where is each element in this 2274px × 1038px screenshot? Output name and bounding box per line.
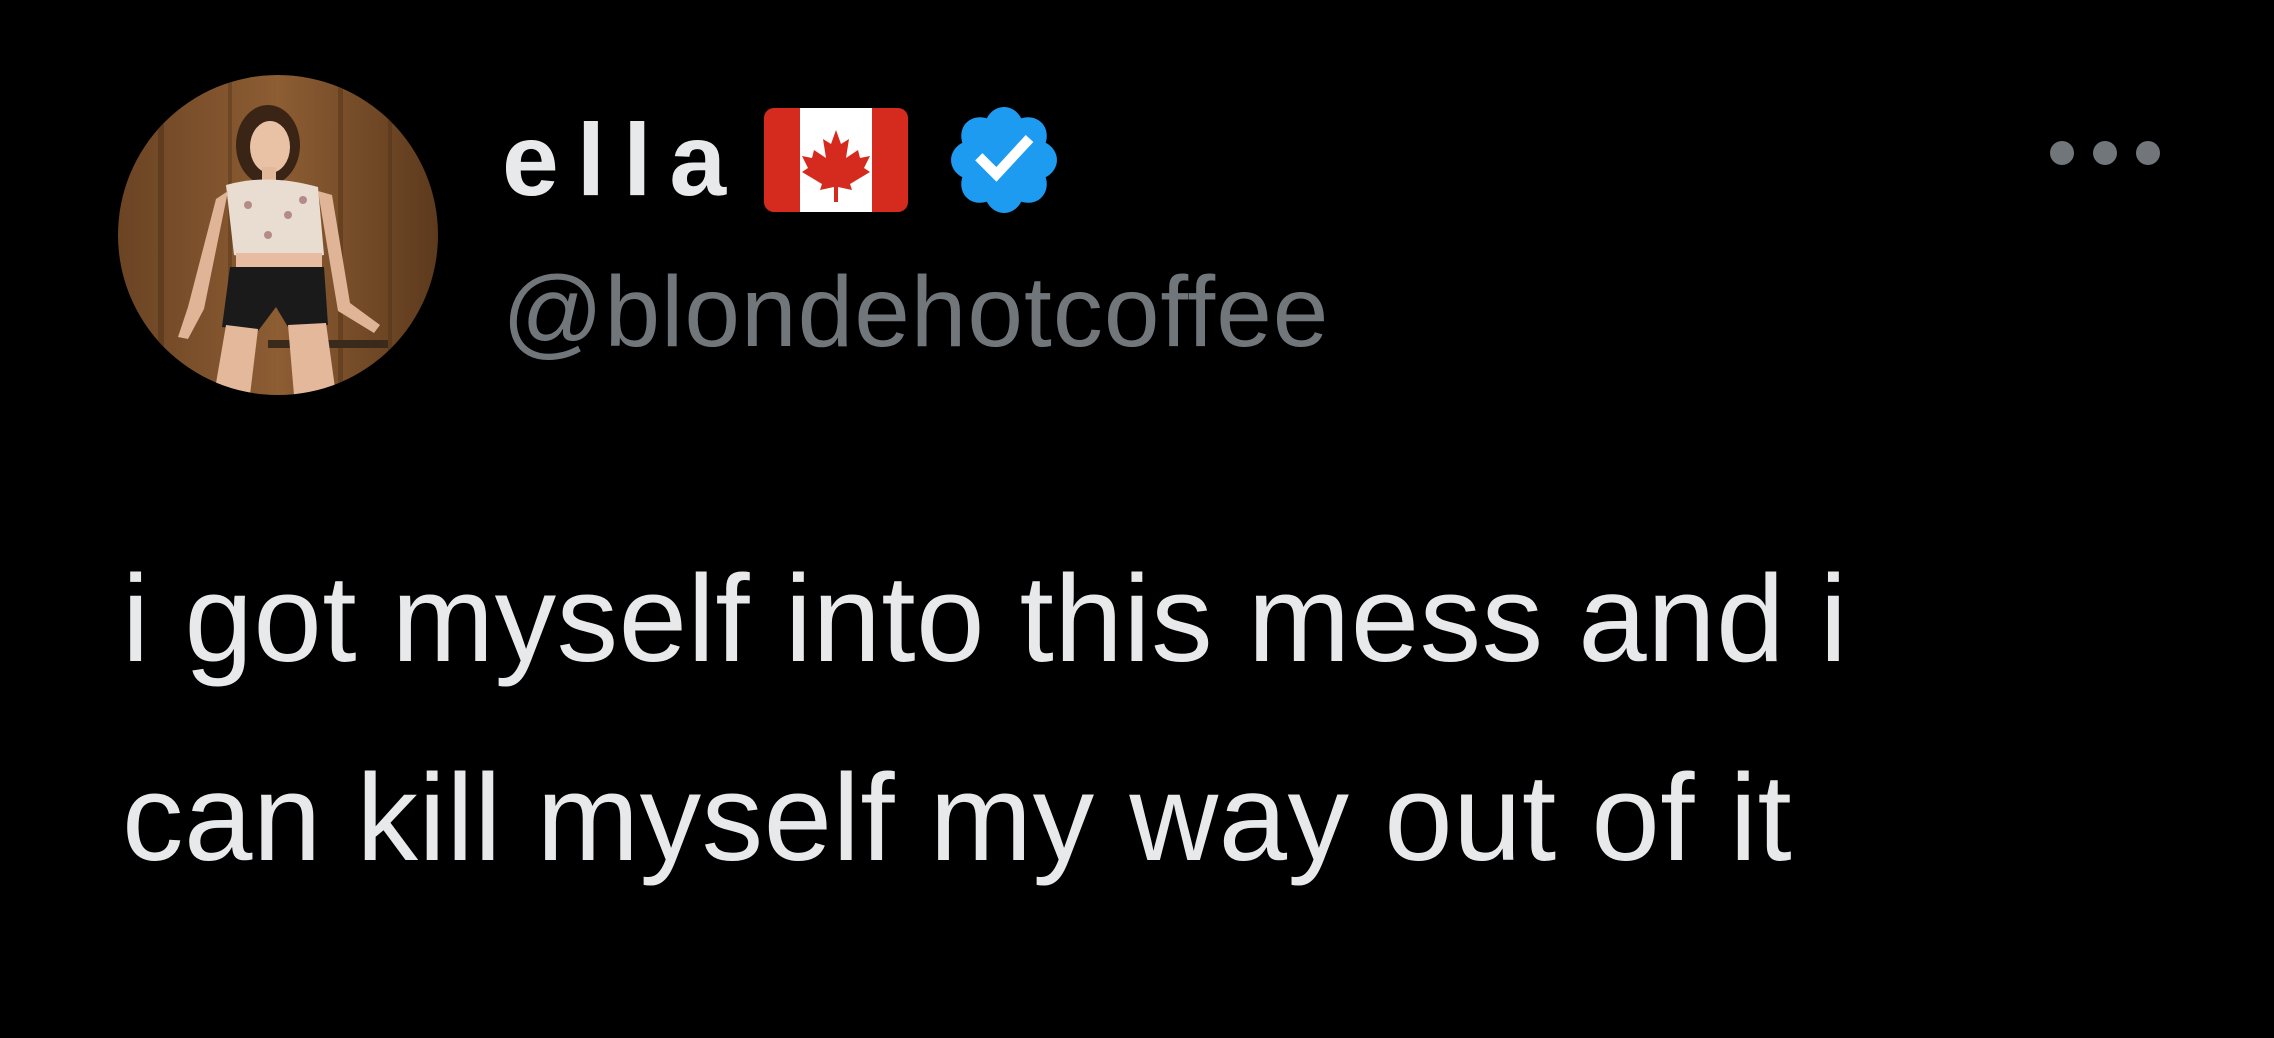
author-display-name[interactable]: ella [502,109,744,211]
tweet-text-line: i got myself into this mess and i [122,551,1848,688]
tweet-text: i got myself into this mess and i can ki… [122,520,2182,918]
author-name-row: ella [502,85,1066,235]
more-options-icon[interactable] [2040,120,2170,186]
author-avatar[interactable] [118,75,438,395]
verified-badge-icon[interactable] [942,98,1066,222]
canada-flag-icon [764,108,909,212]
author-handle[interactable]: @blondehotcoffee [502,262,1329,362]
avatar-photo [118,75,438,395]
tweet-card: ella @blondehotcoffee i got myself into … [0,0,2274,1038]
tweet-text-line: can kill myself my way out of it [122,750,1793,887]
